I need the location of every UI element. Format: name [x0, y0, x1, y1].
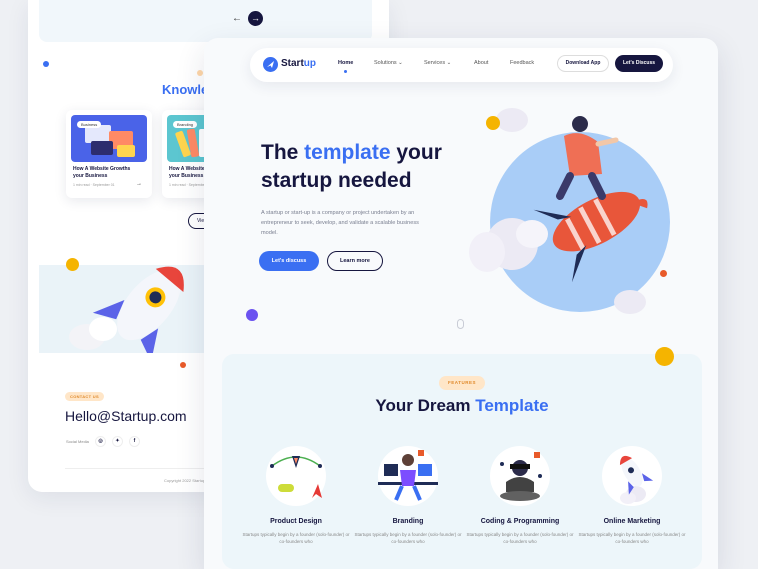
decor-dot-yellow-large: [655, 347, 674, 366]
features-badge: FEATURES: [439, 376, 485, 390]
online-marketing-icon: [602, 446, 662, 506]
branding-icon: [378, 446, 438, 506]
feature-name: Product Design: [270, 518, 322, 525]
features-section: FEATURES Your Dream Template Product Des…: [222, 354, 702, 569]
logo-text[interactable]: Startup: [281, 58, 316, 69]
hero-title: The template your startup needed: [261, 141, 442, 192]
decor-dot-peach: [197, 70, 203, 76]
top-navigation: Startup Home Solutions ⌄ Services ⌄ Abou…: [250, 48, 673, 82]
lets-discuss-nav-button[interactable]: Let's Discuss: [615, 55, 663, 72]
coding-programming-icon: [490, 446, 550, 506]
pager-next-button[interactable]: →: [248, 11, 263, 26]
feature-name: Online Marketing: [603, 518, 661, 525]
facebook-icon[interactable]: f: [129, 436, 140, 447]
copyright-text: Copyright 2022 Startup: [164, 478, 206, 483]
hero-rocket-illustration: [469, 108, 670, 314]
twitter-icon[interactable]: ✦: [112, 436, 123, 447]
download-app-button[interactable]: Download App: [557, 55, 609, 72]
article-title: How A Website Growths your Business: [73, 166, 131, 179]
logo-icon[interactable]: [263, 57, 278, 72]
knowledge-section-title: Knowle: [162, 82, 209, 97]
pager-prev-button[interactable]: ←: [230, 12, 244, 26]
nav-item-feedback[interactable]: Feedback: [510, 60, 534, 66]
feature-name: Branding: [392, 518, 424, 525]
lets-discuss-button[interactable]: Let's discuss: [259, 251, 319, 271]
decor-dot-red: [180, 362, 186, 368]
contact-email[interactable]: Hello@Startup.com: [65, 408, 187, 424]
main-page-preview: Startup Home Solutions ⌄ Services ⌄ Abou…: [204, 38, 718, 569]
product-design-icon: [266, 446, 326, 506]
article-meta: 1 min read · September 01: [73, 183, 115, 187]
feature-description: Startups typically begin by a founder (s…: [578, 532, 686, 544]
nav-item-about[interactable]: About: [474, 60, 488, 66]
decor-dot-yellow: [486, 116, 500, 130]
nav-item-services[interactable]: Services ⌄: [424, 60, 451, 66]
social-media-label: Social Media: [66, 439, 89, 444]
feature-description: Startups typically begin by a founder (s…: [242, 532, 350, 544]
article-card[interactable]: Business How A Website Growths your Busi…: [66, 110, 152, 198]
active-indicator: [344, 70, 347, 73]
article-arrow-icon[interactable]: →: [136, 181, 142, 187]
article-tag: Branding: [173, 121, 198, 128]
nav-item-home[interactable]: Home: [338, 60, 353, 66]
contact-badge: CONTACT US: [65, 392, 104, 401]
decor-dot-blue: [43, 61, 49, 67]
feature-name: Coding & Programming: [480, 518, 560, 525]
article-tag: Business: [77, 121, 102, 128]
decor-dot-purple: [246, 309, 258, 321]
features-title: Your Dream Template: [375, 396, 549, 415]
nav-item-solutions[interactable]: Solutions ⌄: [374, 60, 403, 66]
feature-description: Startups typically begin by a founder (s…: [466, 532, 574, 544]
instagram-icon[interactable]: ◎: [95, 436, 106, 447]
decor-dot-red: [660, 270, 667, 277]
back-top-section: ← →: [39, 0, 372, 42]
article-image: Business: [71, 115, 147, 162]
hero-description: A startup or start-up is a company or pr…: [261, 210, 419, 236]
feature-description: Startups typically begin by a founder (s…: [354, 532, 462, 544]
learn-more-button[interactable]: Learn more: [327, 251, 383, 271]
decor-dot-yellow: [66, 258, 79, 271]
